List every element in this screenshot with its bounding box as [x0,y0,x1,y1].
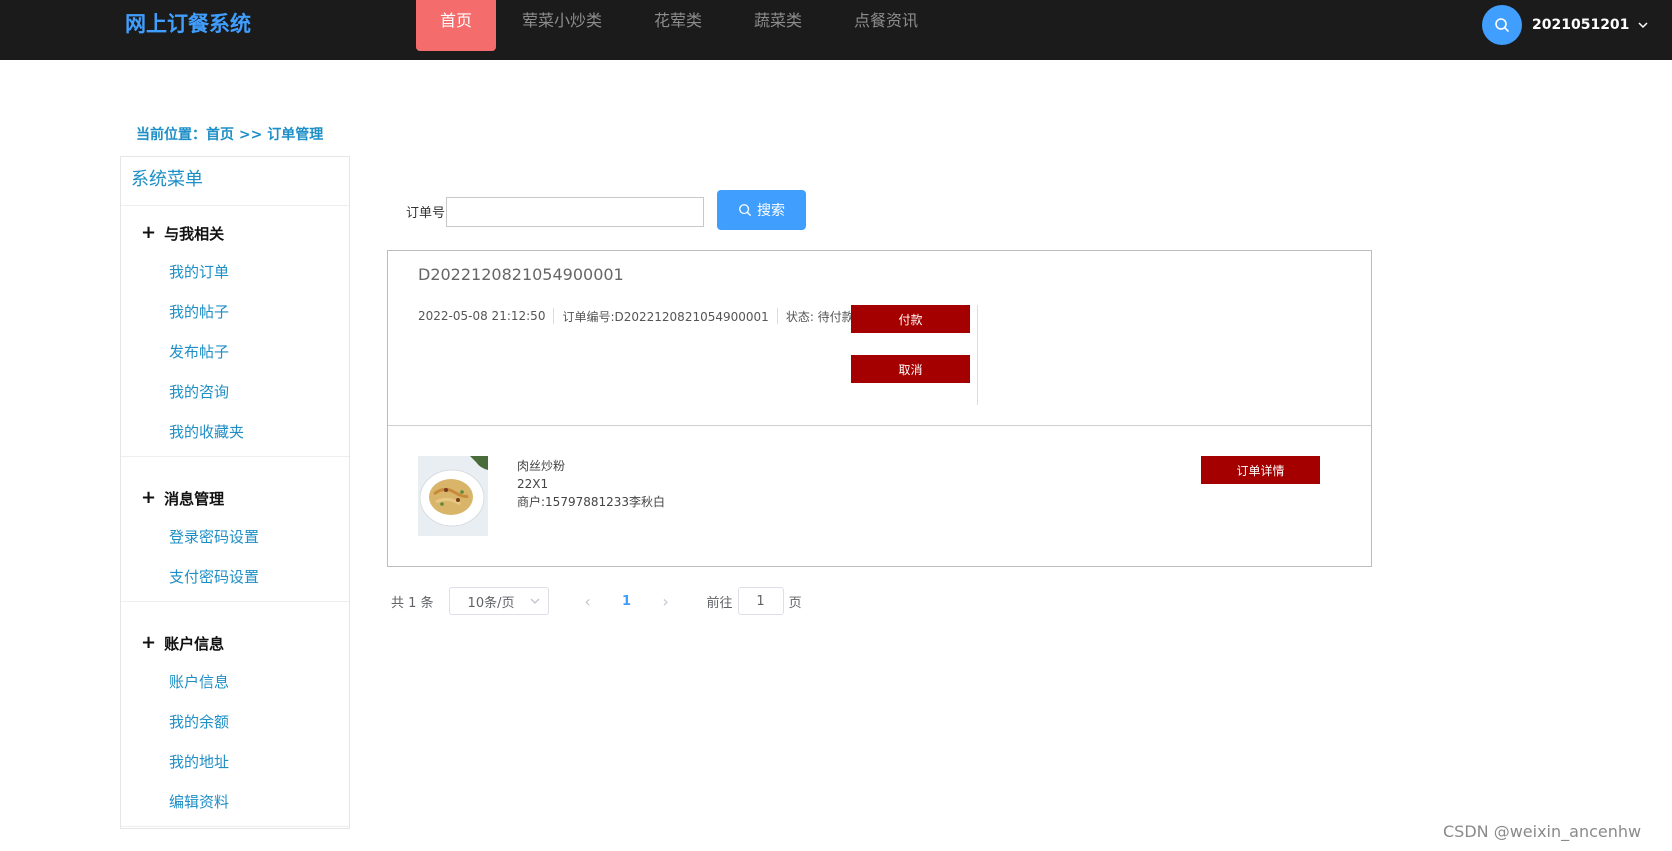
order-number-input[interactable] [446,197,704,227]
food-image [418,456,488,536]
pagination-total: 共 1 条 [391,595,434,611]
sidebar-item-address[interactable]: 我的地址 [121,742,349,782]
nav-meat-stirfry[interactable]: 荤菜小炒类 [496,0,628,51]
food-name: 肉丝炒粉 [517,459,566,473]
sidebar-group-related: + 与我相关 我的订单 我的帖子 发布帖子 我的咨询 我的收藏夹 [121,206,349,457]
nav-flower-meat[interactable]: 花荤类 [628,0,728,51]
nav-home[interactable]: 首页 [416,0,496,51]
plus-icon: + [141,632,157,653]
pagination: 共 1 条 10条/页 ‹ 1 › 前往 1 页 [391,587,802,615]
merchant-info: 商户:15797881233李秋白 [517,495,666,509]
search-button[interactable]: 搜索 [717,190,806,230]
sidebar-item-my-inquiries[interactable]: 我的咨询 [121,372,349,412]
order-number-label: 订单号 [406,206,446,221]
watermark: CSDN @weixin_ancenhw [1443,822,1642,841]
fried-noodles-image [418,456,488,536]
sidebar-group-messages: + 消息管理 登录密码设置 支付密码设置 [121,457,349,602]
food-info: 肉丝炒粉 22X1 商户:15797881233李秋白 [517,457,665,511]
goto-suffix: 页 [788,595,802,611]
page-size-select[interactable]: 10条/页 [448,587,549,615]
brand-title[interactable]: 网上订餐系统 [125,8,251,38]
order-number: 订单编号:D2022120821054900001 [562,309,769,324]
sidebar-item-my-posts[interactable]: 我的帖子 [121,292,349,332]
divider [977,305,978,405]
goto-page-input[interactable]: 1 [737,587,784,615]
page-size-value: 10条/页 [467,595,515,611]
main-nav: 首页 荤菜小炒类 花荤类 蔬菜类 点餐资讯 [416,0,944,51]
username[interactable]: 2021051201 [1532,17,1629,33]
next-page-icon[interactable]: › [651,592,681,611]
sidebar-group-label: 消息管理 [164,489,225,508]
food-quantity: 22X1 [517,477,549,491]
divider [553,308,555,324]
order-card: D2022120821054900001 2022-05-08 21:12:50… [387,250,1372,567]
sidebar-item-balance[interactable]: 我的余额 [121,702,349,742]
search-icon [1495,18,1509,32]
breadcrumb: 当前位置：首页 >> 订单管理 [136,127,324,143]
page-number-current[interactable]: 1 [603,594,651,609]
sidebar-item-new-post[interactable]: 发布帖子 [121,332,349,372]
search-button-label: 搜索 [757,203,785,219]
plus-icon: + [141,487,157,508]
prev-page-icon[interactable]: ‹ [573,592,603,611]
sidebar-group-header[interactable]: + 账户信息 [121,624,349,662]
cancel-button[interactable]: 取消 [851,355,970,383]
nav-vegetable[interactable]: 蔬菜类 [728,0,828,51]
goto-prefix: 前往 [706,595,733,611]
sidebar-group-label: 与我相关 [164,224,225,243]
chevron-down-icon [530,598,540,604]
sidebar-item-login-password[interactable]: 登录密码设置 [121,517,349,557]
sidebar-item-favorites[interactable]: 我的收藏夹 [121,412,349,452]
nav-news[interactable]: 点餐资讯 [828,0,944,51]
sidebar-group-label: 账户信息 [164,634,225,653]
pay-button[interactable]: 付款 [851,305,970,333]
sidebar-group-account: + 账户信息 账户信息 我的余额 我的地址 编辑资料 [121,602,349,827]
sidebar-group-header[interactable]: + 与我相关 [121,214,349,252]
sidebar-title: 系统菜单 [121,157,349,206]
user-menu[interactable]: 2021051201 [1482,5,1649,45]
sidebar-item-edit-profile[interactable]: 编辑资料 [121,782,349,822]
sidebar-group-header[interactable]: + 消息管理 [121,479,349,517]
search-icon [739,204,751,216]
chevron-down-icon[interactable] [1637,19,1649,31]
sidebar-item-pay-password[interactable]: 支付密码设置 [121,557,349,597]
order-meta: 2022-05-08 21:12:50 订单编号:D20221208210549… [418,307,871,325]
order-id: D2022120821054900001 [418,265,624,284]
order-detail-button[interactable]: 订单详情 [1201,456,1320,484]
sidebar-item-my-orders[interactable]: 我的订单 [121,252,349,292]
order-time: 2022-05-08 21:12:50 [418,309,546,323]
divider [388,425,1371,426]
divider [776,308,778,324]
sidebar: 系统菜单 + 与我相关 我的订单 我的帖子 发布帖子 我的咨询 我的收藏夹 + 消息… [120,156,350,829]
sidebar-item-account-info[interactable]: 账户信息 [121,662,349,702]
order-status: 状态: 待付款 [785,309,854,324]
avatar[interactable] [1482,5,1522,45]
top-navbar: 网上订餐系统 首页 荤菜小炒类 花荤类 蔬菜类 点餐资讯 2021051201 [0,0,1672,60]
plus-icon: + [141,222,157,243]
